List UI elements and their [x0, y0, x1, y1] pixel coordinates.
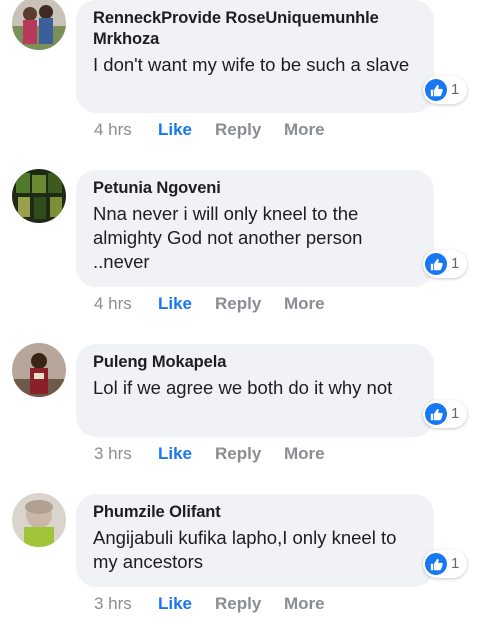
reaction-count: 1	[451, 81, 460, 98]
avatar-photo	[12, 169, 66, 223]
comment-text: I don't want my wife to be such a slave	[93, 54, 410, 75]
more-button[interactable]: More	[284, 444, 325, 464]
comment-timestamp[interactable]: 4 hrs	[94, 294, 158, 314]
reaction-summary[interactable]: 1	[423, 250, 468, 278]
avatar-photo	[12, 343, 66, 397]
comment-actions: 3 hrs Like Reply More	[94, 592, 325, 616]
thumbs-up-icon	[425, 403, 447, 425]
comment-bubble: Petunia Ngoveni Nna never i will only kn…	[76, 170, 434, 287]
thumbs-up-icon	[425, 79, 447, 101]
comment-bubble: Phumzile Olifant Angijabuli kufika lapho…	[76, 494, 434, 587]
reply-button[interactable]: Reply	[215, 594, 284, 614]
thumbs-up-icon	[425, 553, 447, 575]
avatar[interactable]	[12, 0, 66, 50]
comment-text: Lol if we agree we both do it why not	[93, 377, 393, 398]
comment-author[interactable]: Petunia Ngoveni	[93, 178, 418, 199]
thumbs-up-icon	[425, 253, 447, 275]
reaction-summary[interactable]: 1	[423, 550, 468, 578]
comment-actions: 3 hrs Like Reply More	[94, 442, 325, 466]
comment-timestamp[interactable]: 3 hrs	[94, 444, 158, 464]
like-button[interactable]: Like	[158, 120, 215, 140]
comment-author[interactable]: Puleng Mokapela	[93, 352, 418, 373]
reaction-summary[interactable]: 1	[423, 400, 468, 428]
reply-button[interactable]: Reply	[215, 120, 284, 140]
reaction-count: 1	[451, 255, 460, 272]
avatar[interactable]	[12, 493, 66, 547]
reply-button[interactable]: Reply	[215, 444, 284, 464]
comment-author[interactable]: Phumzile Olifant	[93, 502, 418, 523]
reaction-summary[interactable]: 1	[423, 76, 468, 104]
more-button[interactable]: More	[284, 594, 325, 614]
comment-text: Nna never i will only kneel to the almig…	[93, 203, 363, 272]
more-button[interactable]: More	[284, 294, 325, 314]
comment-timestamp[interactable]: 4 hrs	[94, 120, 158, 140]
like-button[interactable]: Like	[158, 594, 215, 614]
comment-bubble: Puleng Mokapela Lol if we agree we both …	[76, 344, 434, 437]
comment-author[interactable]: RenneckProvide RoseUniquemunhle Mrkhoza	[93, 8, 418, 50]
reply-button[interactable]: Reply	[215, 294, 284, 314]
avatar[interactable]	[12, 343, 66, 397]
reaction-count: 1	[451, 405, 460, 422]
avatar-photo	[12, 493, 66, 547]
reaction-count: 1	[451, 555, 460, 572]
comment-actions: 4 hrs Like Reply More	[94, 118, 325, 142]
avatar-photo	[12, 0, 66, 50]
comment-actions: 4 hrs Like Reply More	[94, 292, 325, 316]
more-button[interactable]: More	[284, 120, 325, 140]
like-button[interactable]: Like	[158, 294, 215, 314]
comment-bubble: RenneckProvide RoseUniquemunhle Mrkhoza …	[76, 0, 434, 113]
like-button[interactable]: Like	[158, 444, 215, 464]
comment-text: Angijabuli kufika lapho,I only kneel to …	[93, 527, 397, 572]
comment-timestamp[interactable]: 3 hrs	[94, 594, 158, 614]
avatar[interactable]	[12, 169, 66, 223]
